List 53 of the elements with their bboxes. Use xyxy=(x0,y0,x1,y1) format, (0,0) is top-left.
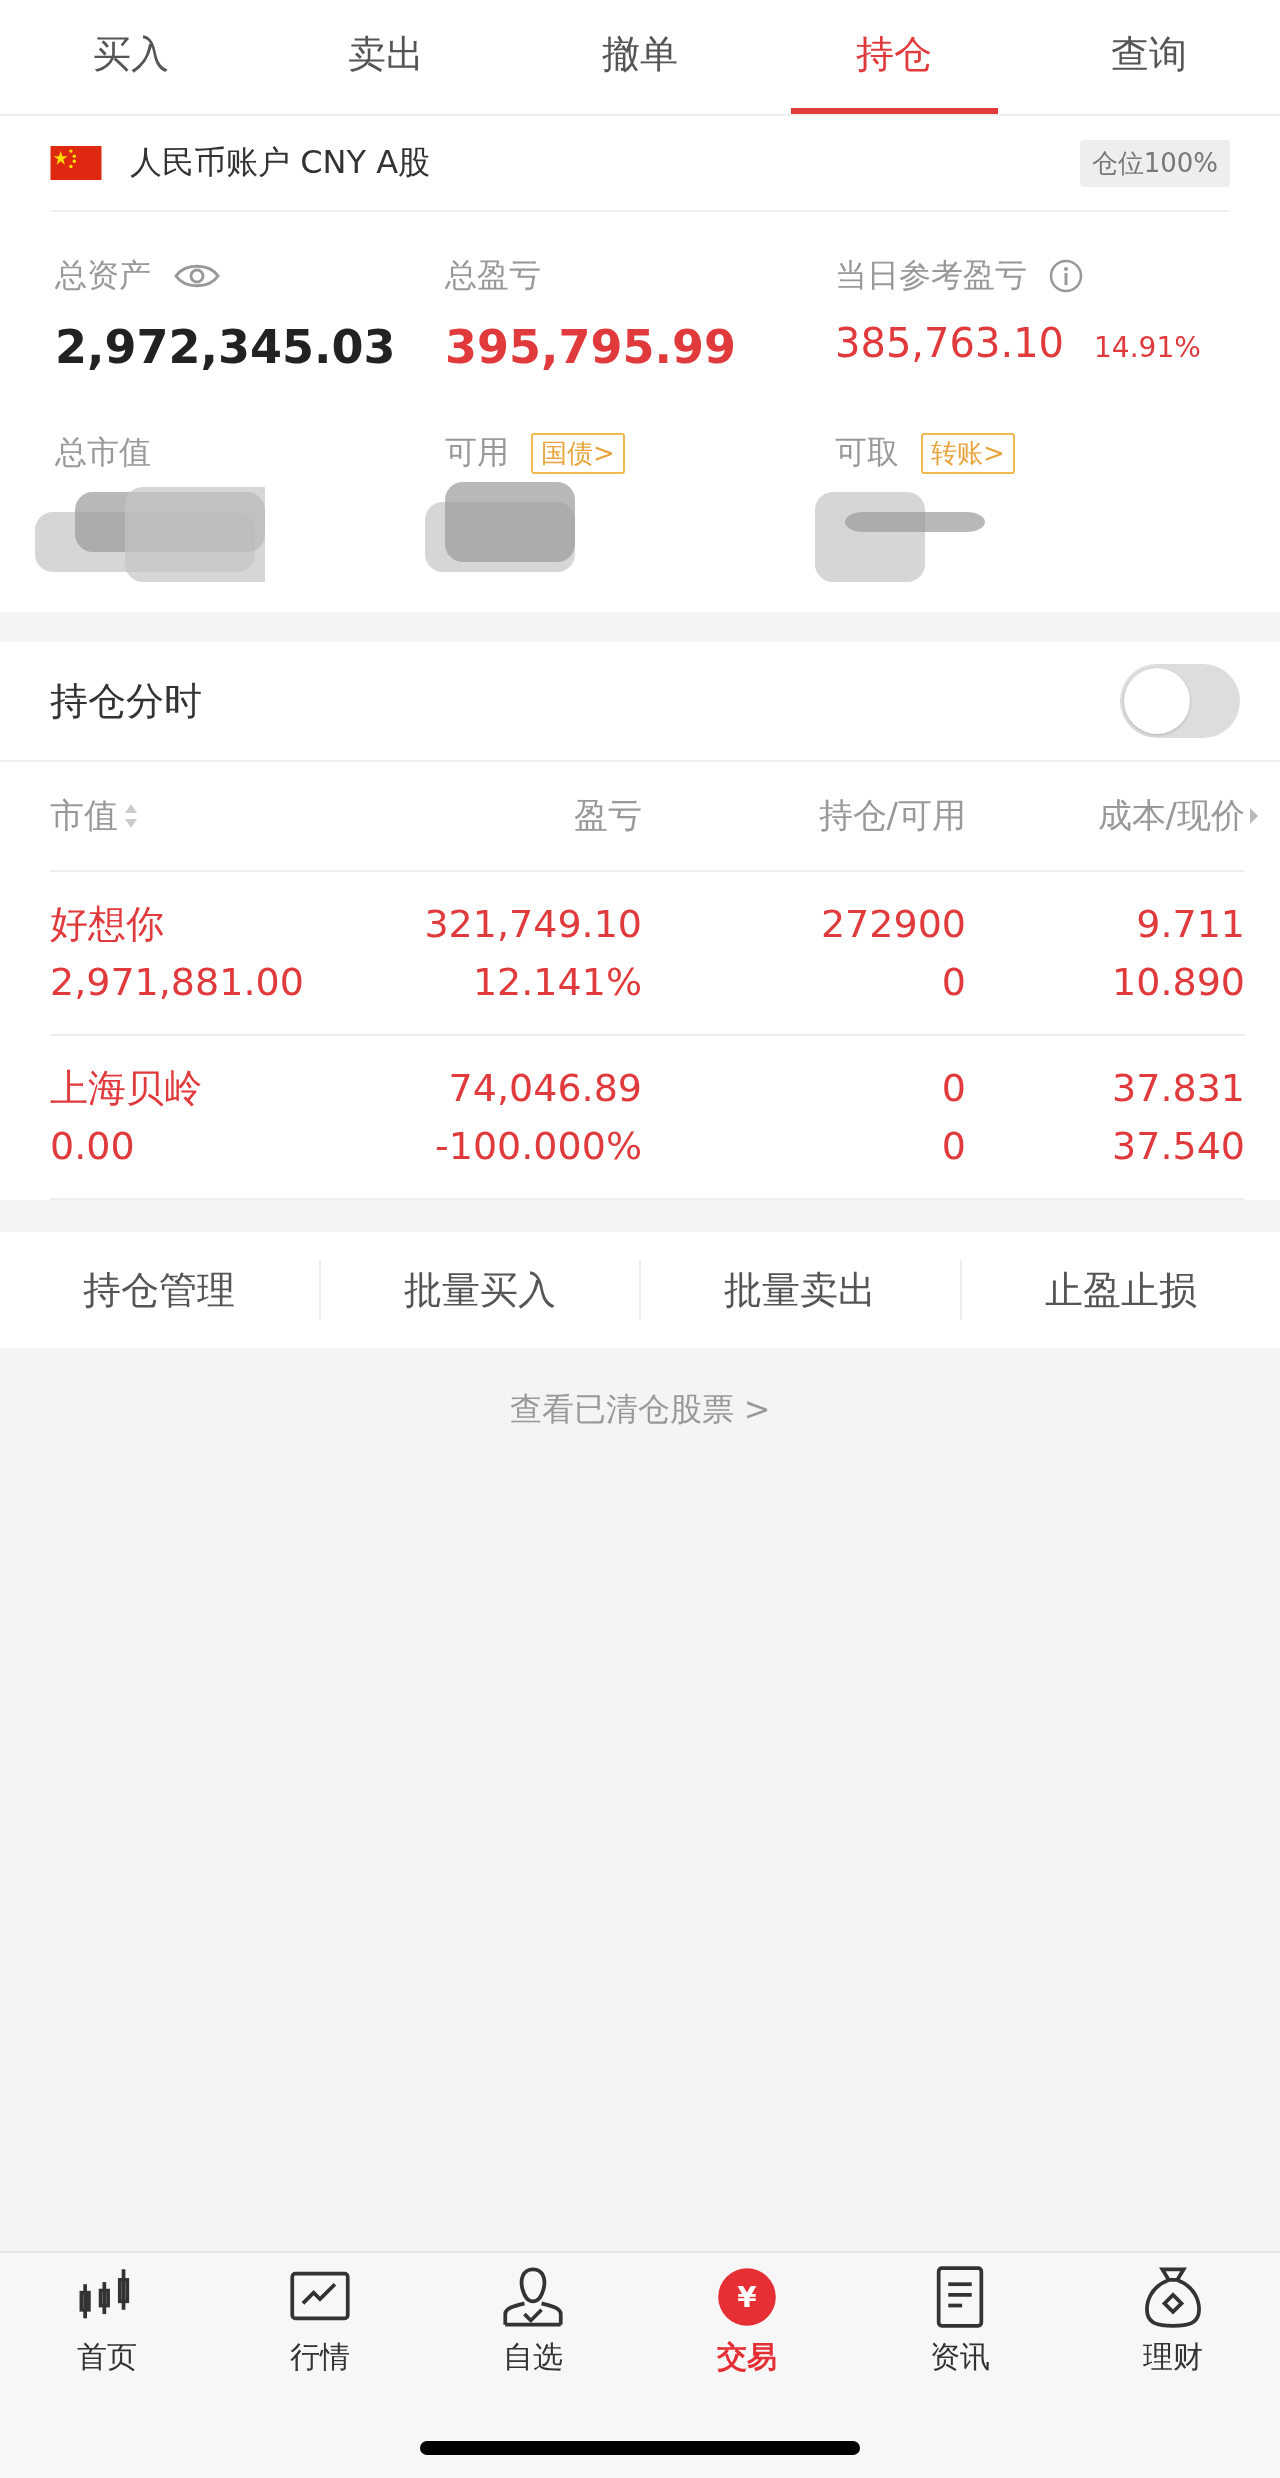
cost-price: 37.831 xyxy=(1112,1065,1245,1112)
balance-label: 总市值 xyxy=(55,432,151,473)
tab[interactable]: 卖出 xyxy=(282,0,489,114)
column-header: 盈亏 xyxy=(574,794,642,837)
action-button[interactable]: 止盈止损 xyxy=(961,1264,1280,1316)
nav-item[interactable]: 资讯 xyxy=(853,2265,1067,2378)
stat-label: 总资产 xyxy=(55,255,151,296)
section-title: 持仓分时 xyxy=(50,677,202,725)
user-check-icon xyxy=(501,2265,566,2329)
holding-row[interactable]: 上海贝岭 0.00 74,046.89 -100.000% 0 0 37.831 37.540 xyxy=(50,1036,1245,1200)
holding-row[interactable]: 好想你 2,971,881.00 321,749.10 12.141% 272900 0 9.711 10.890 xyxy=(50,872,1245,1036)
tab[interactable]: 撤单 xyxy=(536,0,744,114)
current-price: 10.890 xyxy=(1112,959,1245,1006)
stat-value: 395,795.99 xyxy=(445,320,736,374)
action-button[interactable]: 批量卖出 xyxy=(641,1264,960,1316)
column-header: 成本/现价 xyxy=(1097,794,1245,837)
pnl-percent: -100.000% xyxy=(435,1123,642,1170)
position-value: 0 xyxy=(941,1065,966,1112)
sort-icon[interactable] xyxy=(124,803,138,829)
stat-label: 当日参考盈亏 xyxy=(835,255,1027,296)
balance-label: 可取 xyxy=(835,432,899,473)
stat-value: 2,972,345.03 xyxy=(55,320,396,374)
position-value: 272900 xyxy=(820,901,966,948)
stock-name: 好想你 xyxy=(50,901,164,948)
nav-item[interactable]: ¥ 交易 xyxy=(640,2265,854,2378)
available-value: 0 xyxy=(941,959,966,1006)
current-price: 37.540 xyxy=(1112,1123,1245,1170)
stat-value: 385,763.10 xyxy=(835,320,1065,366)
balance-label: 可用 xyxy=(445,432,509,473)
flag-icon xyxy=(50,146,102,180)
stock-name: 上海贝岭 xyxy=(50,1065,202,1112)
percent-value: 14.91% xyxy=(1094,331,1201,364)
position-badge: 仓位100% xyxy=(1079,139,1230,187)
market-value: 2,971,881.00 xyxy=(50,959,304,1006)
nav-item[interactable]: 理财 xyxy=(1066,2265,1280,2378)
action-button[interactable]: 批量买入 xyxy=(320,1264,639,1316)
pnl-percent: 12.141% xyxy=(472,959,642,1006)
cost-price: 9.711 xyxy=(1136,901,1245,948)
tab[interactable]: 查询 xyxy=(1045,0,1253,114)
tab[interactable]: 买入 xyxy=(28,0,235,114)
market-value: 0.00 xyxy=(50,1123,135,1170)
stat-label: 总盈亏 xyxy=(445,255,541,296)
caret-icon[interactable] xyxy=(1249,806,1259,826)
pnl-value: 321,749.10 xyxy=(424,901,642,948)
nav-item[interactable]: 行情 xyxy=(213,2265,427,2378)
info-icon[interactable] xyxy=(1049,259,1083,293)
nav-item[interactable]: 自选 xyxy=(426,2265,640,2378)
column-header: 持仓/可用 xyxy=(818,794,966,837)
action-button[interactable]: 持仓管理 xyxy=(0,1264,319,1316)
available-value: 0 xyxy=(941,1123,966,1170)
account-name: 人民币账户 CNY A股 xyxy=(130,142,432,183)
pnl-value: 74,046.89 xyxy=(448,1065,642,1112)
nav-item[interactable]: 首页 xyxy=(0,2265,214,2378)
